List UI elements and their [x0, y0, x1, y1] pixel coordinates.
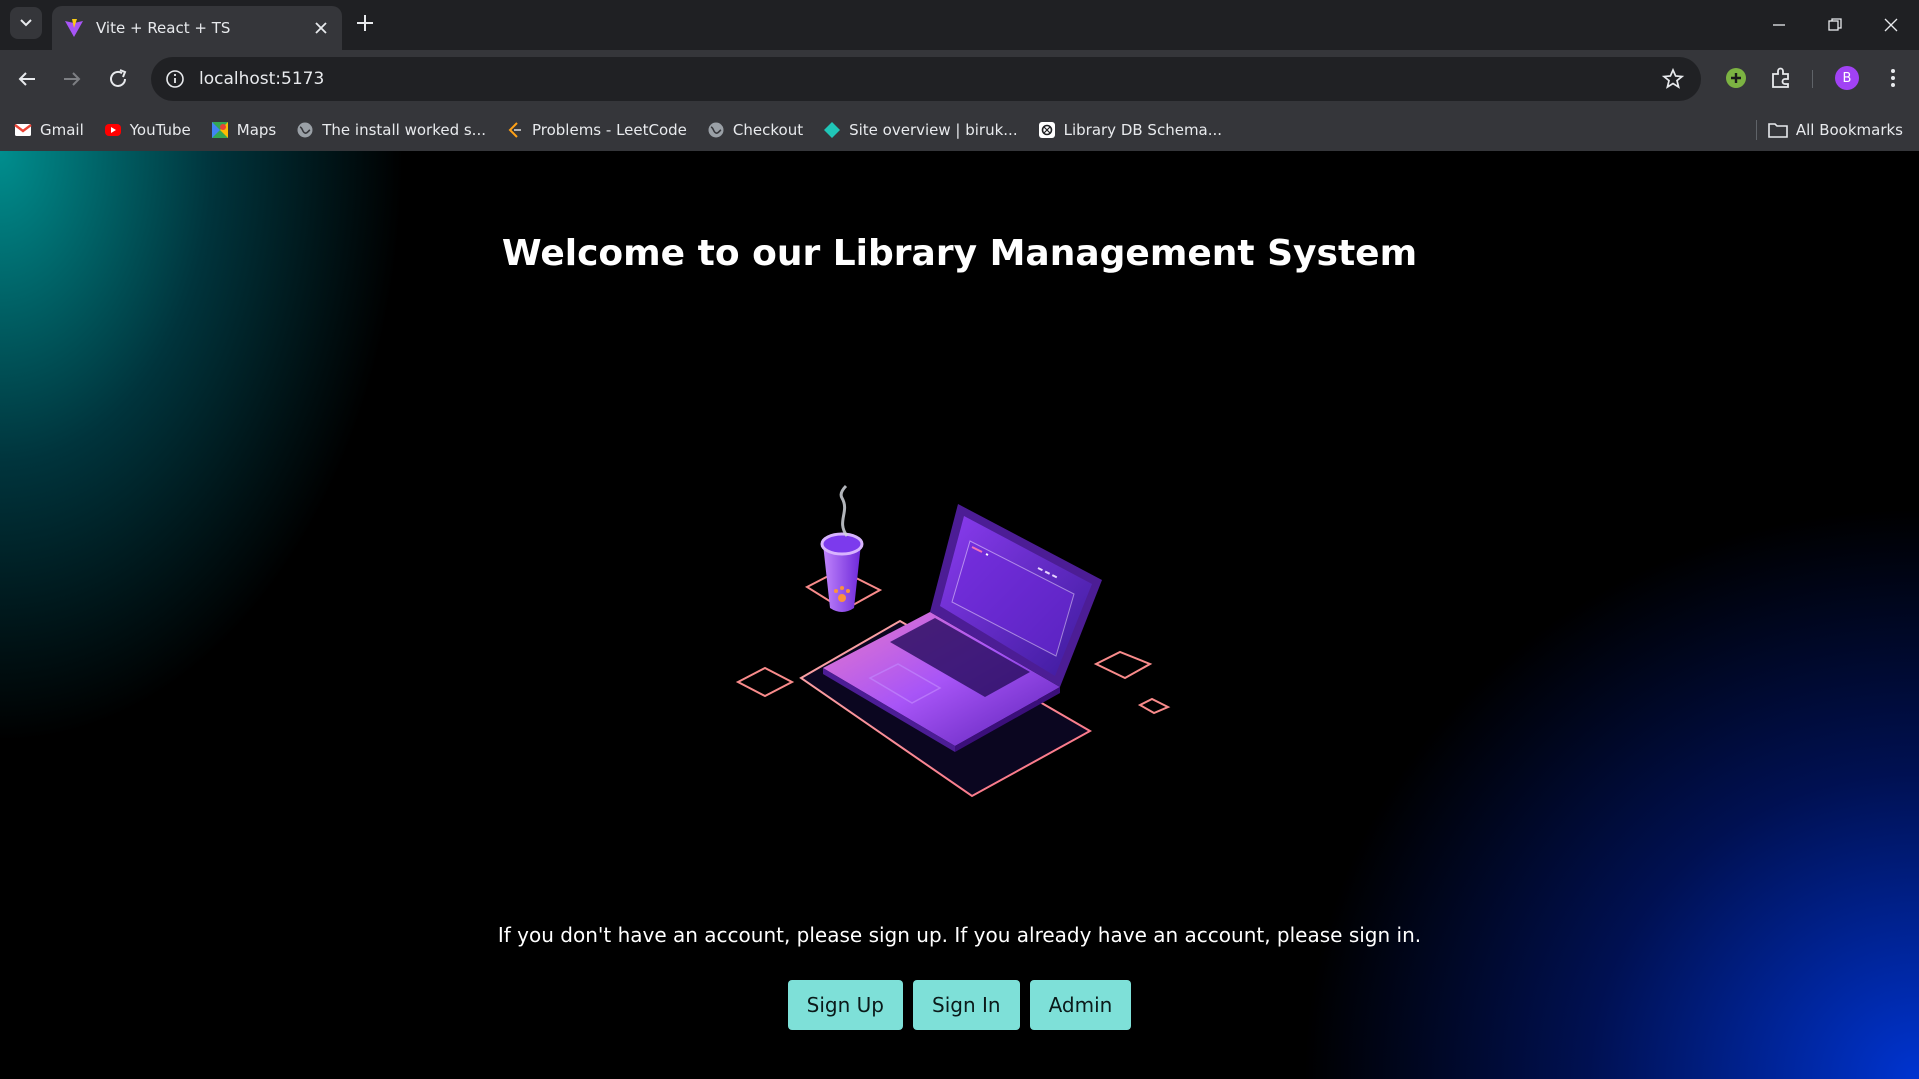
- browser-window: Vite + React + TS localhost:5173 B Gmail…: [0, 0, 1919, 1079]
- bookmark-star-icon[interactable]: [1661, 67, 1685, 91]
- minimize-button[interactable]: [1751, 0, 1807, 50]
- close-icon: [1884, 18, 1898, 32]
- laptop-coffee-illustration: [735, 484, 1171, 798]
- leetcode-icon: [508, 121, 521, 138]
- all-bookmarks-button[interactable]: All Bookmarks: [1768, 108, 1903, 151]
- globe-icon: [708, 122, 724, 137]
- toolbar-divider: [1812, 70, 1813, 88]
- restore-button[interactable]: [1807, 0, 1863, 50]
- bookmark-gmail[interactable]: Gmail: [14, 121, 84, 139]
- bookmark-label: Site overview | biruk...: [849, 120, 1018, 139]
- site-info-icon[interactable]: [163, 67, 187, 91]
- bookmark-site-overview[interactable]: Site overview | biruk...: [823, 121, 1018, 139]
- bookmark-label: Gmail: [40, 120, 84, 139]
- bookmarks-bar: Gmail YouTube Maps The install worked s.…: [0, 108, 1919, 151]
- profile-avatar[interactable]: B: [1835, 66, 1859, 90]
- reload-icon[interactable]: [106, 67, 130, 91]
- account-instructions: If you don't have an account, please sig…: [497, 923, 1422, 947]
- extension-plus-icon[interactable]: [1723, 65, 1749, 91]
- bookmark-maps[interactable]: Maps: [211, 121, 276, 139]
- maps-icon: [211, 121, 228, 138]
- all-bookmarks-label: All Bookmarks: [1795, 120, 1903, 139]
- bookmark-label: Problems - LeetCode: [531, 120, 687, 139]
- bookmark-checkout[interactable]: Checkout: [707, 121, 803, 139]
- auth-button-row: Sign Up Sign In Admin: [0, 980, 1919, 1030]
- bookmark-label: The install worked s...: [322, 120, 486, 139]
- netlify-icon: [824, 121, 841, 138]
- youtube-icon: [104, 123, 121, 136]
- close-tab-icon[interactable]: [312, 19, 330, 37]
- window-controls: [1751, 0, 1919, 50]
- bookmark-install-worked[interactable]: The install worked s...: [296, 121, 486, 139]
- sign-up-button[interactable]: Sign Up: [787, 980, 903, 1030]
- admin-button[interactable]: Admin: [1029, 980, 1132, 1030]
- back-arrow-icon[interactable]: [15, 67, 39, 91]
- tab-strip: Vite + React + TS: [0, 0, 1919, 50]
- globe-icon: [297, 122, 313, 137]
- forward-arrow-icon[interactable]: [60, 67, 84, 91]
- menu-kebab-icon[interactable]: [1880, 65, 1906, 91]
- extensions-puzzle-icon[interactable]: [1768, 65, 1794, 91]
- chevron-down-icon: [20, 19, 32, 27]
- bookmark-label: Maps: [236, 120, 277, 139]
- bookmark-label: YouTube: [129, 120, 191, 139]
- address-bar[interactable]: localhost:5173: [151, 57, 1701, 101]
- tab-search-button[interactable]: [10, 7, 42, 39]
- bookmark-library-db-schema[interactable]: Library DB Schema...: [1038, 121, 1222, 139]
- active-tab[interactable]: Vite + React + TS: [52, 6, 342, 50]
- sign-in-button[interactable]: Sign In: [913, 980, 1020, 1030]
- page-title: Welcome to our Library Management System: [501, 233, 1418, 274]
- bookmarks-divider: [1756, 120, 1757, 140]
- chatgpt-icon: [1038, 121, 1055, 138]
- minimize-icon: [1773, 24, 1785, 26]
- close-window-button[interactable]: [1863, 0, 1919, 50]
- gmail-icon: [14, 123, 32, 136]
- browser-toolbar: localhost:5173: [0, 50, 1919, 108]
- folder-icon: [1768, 122, 1788, 138]
- page-viewport: Welcome to our Library Management System: [0, 151, 1919, 1079]
- restore-icon: [1828, 18, 1842, 31]
- url-text[interactable]: localhost:5173: [199, 69, 324, 89]
- tab-title: Vite + React + TS: [96, 19, 231, 37]
- bookmark-leetcode[interactable]: Problems - LeetCode: [506, 121, 687, 139]
- bookmark-youtube[interactable]: YouTube: [104, 121, 191, 139]
- new-tab-icon[interactable]: [354, 12, 376, 34]
- vite-icon: [65, 19, 83, 37]
- bookmark-label: Checkout: [732, 120, 804, 139]
- bookmark-label: Library DB Schema...: [1063, 120, 1223, 139]
